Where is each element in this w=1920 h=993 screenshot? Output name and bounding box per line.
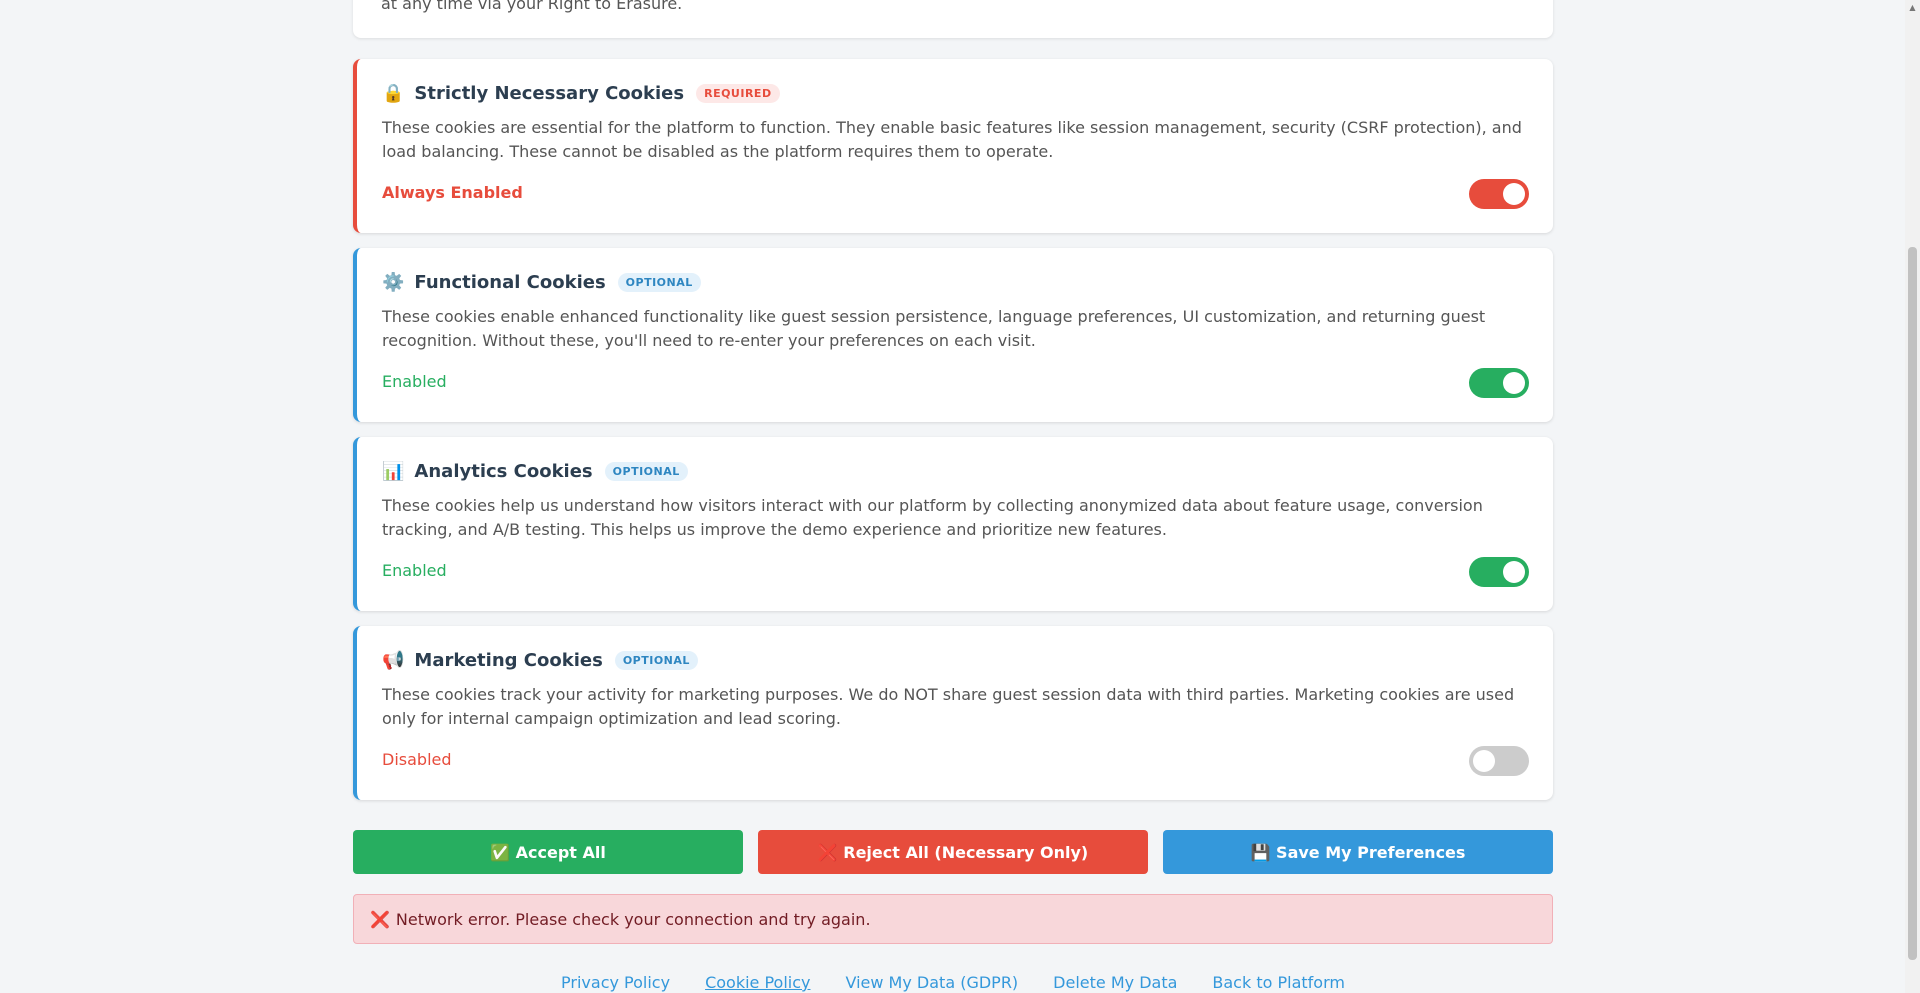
category-title: Analytics Cookies	[414, 461, 593, 482]
vertical-scrollbar[interactable]: ▲	[1905, 0, 1920, 993]
category-description: These cookies are essential for the plat…	[382, 118, 1522, 161]
analytics-cookies-toggle[interactable]	[1469, 557, 1529, 587]
category-title: Strictly Necessary Cookies	[414, 83, 685, 104]
category-description: These cookies track your activity for ma…	[382, 685, 1515, 728]
toggle-knob	[1503, 372, 1525, 394]
gear-icon: ⚙️	[382, 271, 405, 293]
category-status: Enabled	[382, 561, 447, 580]
category-header: 📢 Marketing Cookies OPTIONAL	[382, 650, 698, 671]
category-status: Enabled	[382, 372, 447, 391]
privacy-policy-link[interactable]: Privacy Policy	[561, 973, 670, 992]
necessary-cookies-toggle[interactable]	[1469, 179, 1529, 209]
save-preferences-button[interactable]: 💾 Save My Preferences	[1163, 830, 1553, 874]
accept-all-button[interactable]: ✅ Accept All	[353, 830, 743, 874]
category-description: These cookies enable enhanced functional…	[382, 307, 1486, 350]
optional-badge: OPTIONAL	[604, 462, 688, 481]
scroll-up-arrow-icon[interactable]: ▲	[1905, 0, 1920, 15]
category-status: Always Enabled	[382, 183, 523, 202]
functional-cookies-toggle[interactable]	[1469, 368, 1529, 398]
action-buttons: ✅ Accept All ❌ Reject All (Necessary Onl…	[353, 830, 1553, 874]
toggle-knob	[1503, 183, 1525, 205]
category-title: Marketing Cookies	[414, 650, 603, 671]
reject-all-button[interactable]: ❌ Reject All (Necessary Only)	[758, 830, 1148, 874]
marketing-cookies-toggle[interactable]	[1469, 746, 1529, 776]
category-title: Functional Cookies	[414, 272, 606, 293]
error-icon: ❌	[370, 909, 390, 929]
scrollbar-thumb[interactable]	[1908, 247, 1917, 960]
toggle-knob	[1503, 561, 1525, 583]
cookie-policy-link[interactable]: Cookie Policy	[705, 973, 810, 992]
category-card-marketing: 📢 Marketing Cookies OPTIONAL These cooki…	[353, 626, 1553, 800]
category-header: 🔒 Strictly Necessary Cookies REQUIRED	[382, 83, 780, 104]
bar-chart-icon: 📊	[382, 460, 405, 482]
view-my-data-link[interactable]: View My Data (GDPR)	[846, 973, 1019, 992]
category-card-functional: ⚙️ Functional Cookies OPTIONAL These coo…	[353, 248, 1553, 422]
intro-text: at any time via your Right to Erasure.	[381, 0, 683, 13]
megaphone-icon: 📢	[382, 649, 405, 671]
error-message: ❌ Network error. Please check your conne…	[353, 894, 1553, 944]
cookie-preferences-page: at any time via your Right to Erasure. 🔒…	[0, 0, 1920, 993]
category-header: ⚙️ Functional Cookies OPTIONAL	[382, 272, 701, 293]
optional-badge: OPTIONAL	[617, 273, 701, 292]
category-card-analytics: 📊 Analytics Cookies OPTIONAL These cooki…	[353, 437, 1553, 611]
toggle-knob	[1473, 750, 1495, 772]
category-status: Disabled	[382, 750, 452, 769]
category-description: These cookies help us understand how vis…	[382, 496, 1483, 539]
category-header: 📊 Analytics Cookies OPTIONAL	[382, 461, 688, 482]
back-to-platform-link[interactable]: Back to Platform	[1212, 973, 1345, 992]
error-text: Network error. Please check your connect…	[395, 909, 871, 929]
delete-my-data-link[interactable]: Delete My Data	[1053, 973, 1177, 992]
footer-links: Privacy Policy Cookie Policy View My Dat…	[353, 973, 1553, 992]
optional-badge: OPTIONAL	[614, 651, 698, 670]
lock-icon: 🔒	[382, 82, 405, 104]
required-badge: REQUIRED	[696, 84, 780, 103]
intro-card: at any time via your Right to Erasure.	[353, 0, 1553, 38]
category-card-necessary: 🔒 Strictly Necessary Cookies REQUIRED Th…	[353, 59, 1553, 233]
